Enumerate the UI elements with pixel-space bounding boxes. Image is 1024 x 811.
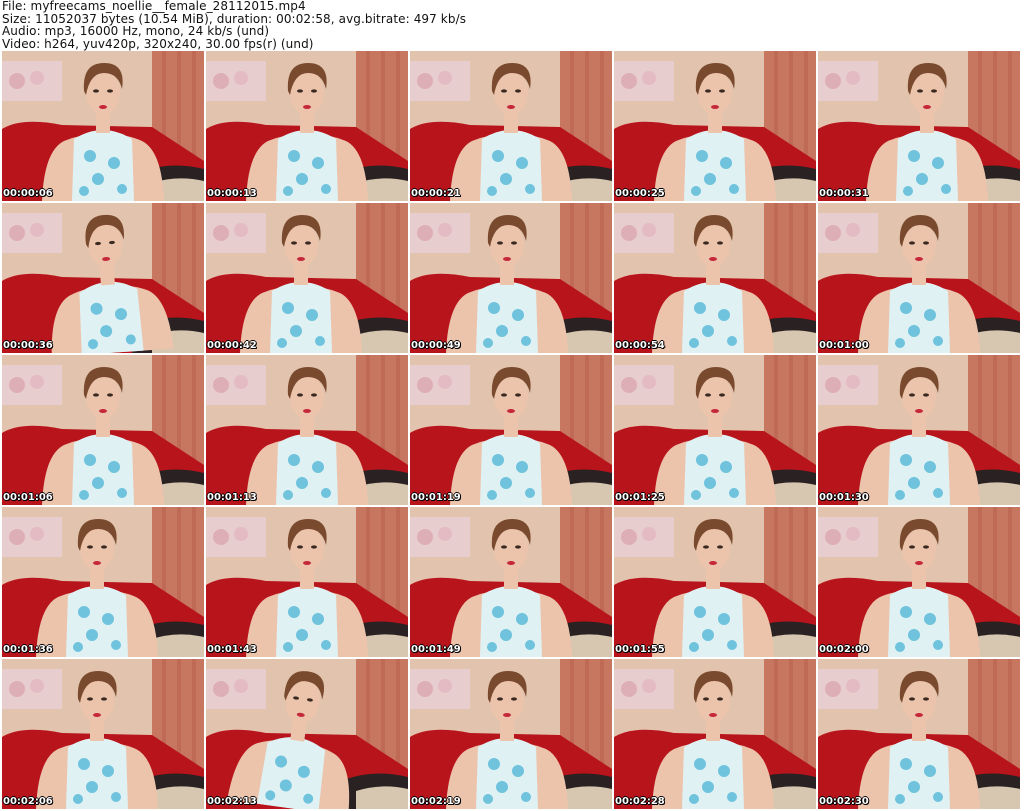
video-frame-thumbnail: 00:00:06 (2, 51, 204, 201)
frame-timestamp: 00:02:13 (207, 796, 257, 807)
frame-image (410, 659, 612, 809)
video-frame-thumbnail: 00:01:55 (614, 507, 816, 657)
video-frame-thumbnail: 00:01:06 (2, 355, 204, 505)
video-frame-thumbnail: 00:01:25 (614, 355, 816, 505)
audio-info-line: Audio: mp3, 16000 Hz, mono, 24 kb/s (und… (2, 24, 270, 38)
frame-image (206, 51, 408, 201)
frame-image (614, 507, 816, 657)
frame-timestamp: 00:00:31 (819, 188, 869, 199)
frame-image (2, 507, 204, 657)
video-frame-thumbnail: 00:00:54 (614, 203, 816, 353)
frame-timestamp: 00:02:30 (819, 796, 869, 807)
file-name-line: File: myfreecams_noellie__female_2811201… (2, 0, 306, 13)
video-frame-thumbnail: 00:00:13 (206, 51, 408, 201)
frame-image (2, 355, 204, 505)
frame-timestamp: 00:02:00 (819, 644, 869, 655)
frame-timestamp: 00:00:42 (207, 340, 257, 351)
frame-image (206, 355, 408, 505)
frame-image (206, 507, 408, 657)
frame-image (818, 203, 1020, 353)
frame-image (206, 203, 408, 353)
frame-timestamp: 00:01:06 (3, 492, 53, 503)
frame-timestamp: 00:00:49 (411, 340, 461, 351)
video-frame-thumbnail: 00:00:42 (206, 203, 408, 353)
video-frame-thumbnail: 00:02:19 (410, 659, 612, 809)
video-frame-thumbnail: 00:01:19 (410, 355, 612, 505)
frame-image (818, 507, 1020, 657)
frame-timestamp: 00:00:54 (615, 340, 665, 351)
video-frame-thumbnail: 00:02:13 (206, 659, 408, 809)
video-frame-thumbnail: 00:01:00 (818, 203, 1020, 353)
frame-image (410, 51, 612, 201)
frame-timestamp: 00:01:25 (615, 492, 665, 503)
frame-timestamp: 00:00:21 (411, 188, 461, 199)
thumbnail-grid: 00:00:06 00:00:13 00:00:21 00:00:25 00:00:31… (2, 51, 1023, 811)
frame-image (2, 51, 204, 201)
video-frame-thumbnail: 00:01:49 (410, 507, 612, 657)
frame-image (614, 203, 816, 353)
frame-timestamp: 00:02:19 (411, 796, 461, 807)
frame-image (2, 659, 204, 809)
frame-timestamp: 00:01:19 (411, 492, 461, 503)
frame-timestamp: 00:01:13 (207, 492, 257, 503)
frame-image (818, 51, 1020, 201)
frame-image (614, 51, 816, 201)
frame-timestamp: 00:00:36 (3, 340, 53, 351)
frame-timestamp: 00:01:49 (411, 644, 461, 655)
video-frame-thumbnail: 00:00:31 (818, 51, 1020, 201)
frame-timestamp: 00:01:36 (3, 644, 53, 655)
frame-image (2, 203, 204, 353)
frame-timestamp: 00:02:28 (615, 796, 665, 807)
frame-image (410, 203, 612, 353)
frame-image (410, 507, 612, 657)
video-frame-thumbnail: 00:01:30 (818, 355, 1020, 505)
frame-timestamp: 00:00:13 (207, 188, 257, 199)
frame-timestamp: 00:00:25 (615, 188, 665, 199)
frame-timestamp: 00:00:06 (3, 188, 53, 199)
video-frame-thumbnail: 00:01:43 (206, 507, 408, 657)
frame-image (818, 355, 1020, 505)
video-frame-thumbnail: 00:01:13 (206, 355, 408, 505)
video-frame-thumbnail: 00:00:49 (410, 203, 612, 353)
frame-image (614, 355, 816, 505)
video-frame-thumbnail: 00:02:28 (614, 659, 816, 809)
frame-image (614, 659, 816, 809)
frame-timestamp: 00:01:43 (207, 644, 257, 655)
video-frame-thumbnail: 00:02:30 (818, 659, 1020, 809)
frame-image (410, 355, 612, 505)
video-frame-thumbnail: 00:01:36 (2, 507, 204, 657)
video-frame-thumbnail: 00:02:06 (2, 659, 204, 809)
frame-timestamp: 00:01:30 (819, 492, 869, 503)
frame-timestamp: 00:01:00 (819, 340, 869, 351)
frame-timestamp: 00:01:55 (615, 644, 665, 655)
video-frame-thumbnail: 00:02:00 (818, 507, 1020, 657)
video-frame-thumbnail: 00:00:36 (2, 203, 204, 353)
video-info-line: Video: h264, yuv420p, 320x240, 30.00 fps… (2, 36, 314, 51)
file-info-header: File: myfreecams_noellie__female_2811201… (2, 0, 1022, 50)
video-frame-thumbnail: 00:00:25 (614, 51, 816, 201)
frame-image (818, 659, 1020, 809)
video-frame-thumbnail: 00:00:21 (410, 51, 612, 201)
frame-image (206, 659, 408, 809)
frame-timestamp: 00:02:06 (3, 796, 53, 807)
